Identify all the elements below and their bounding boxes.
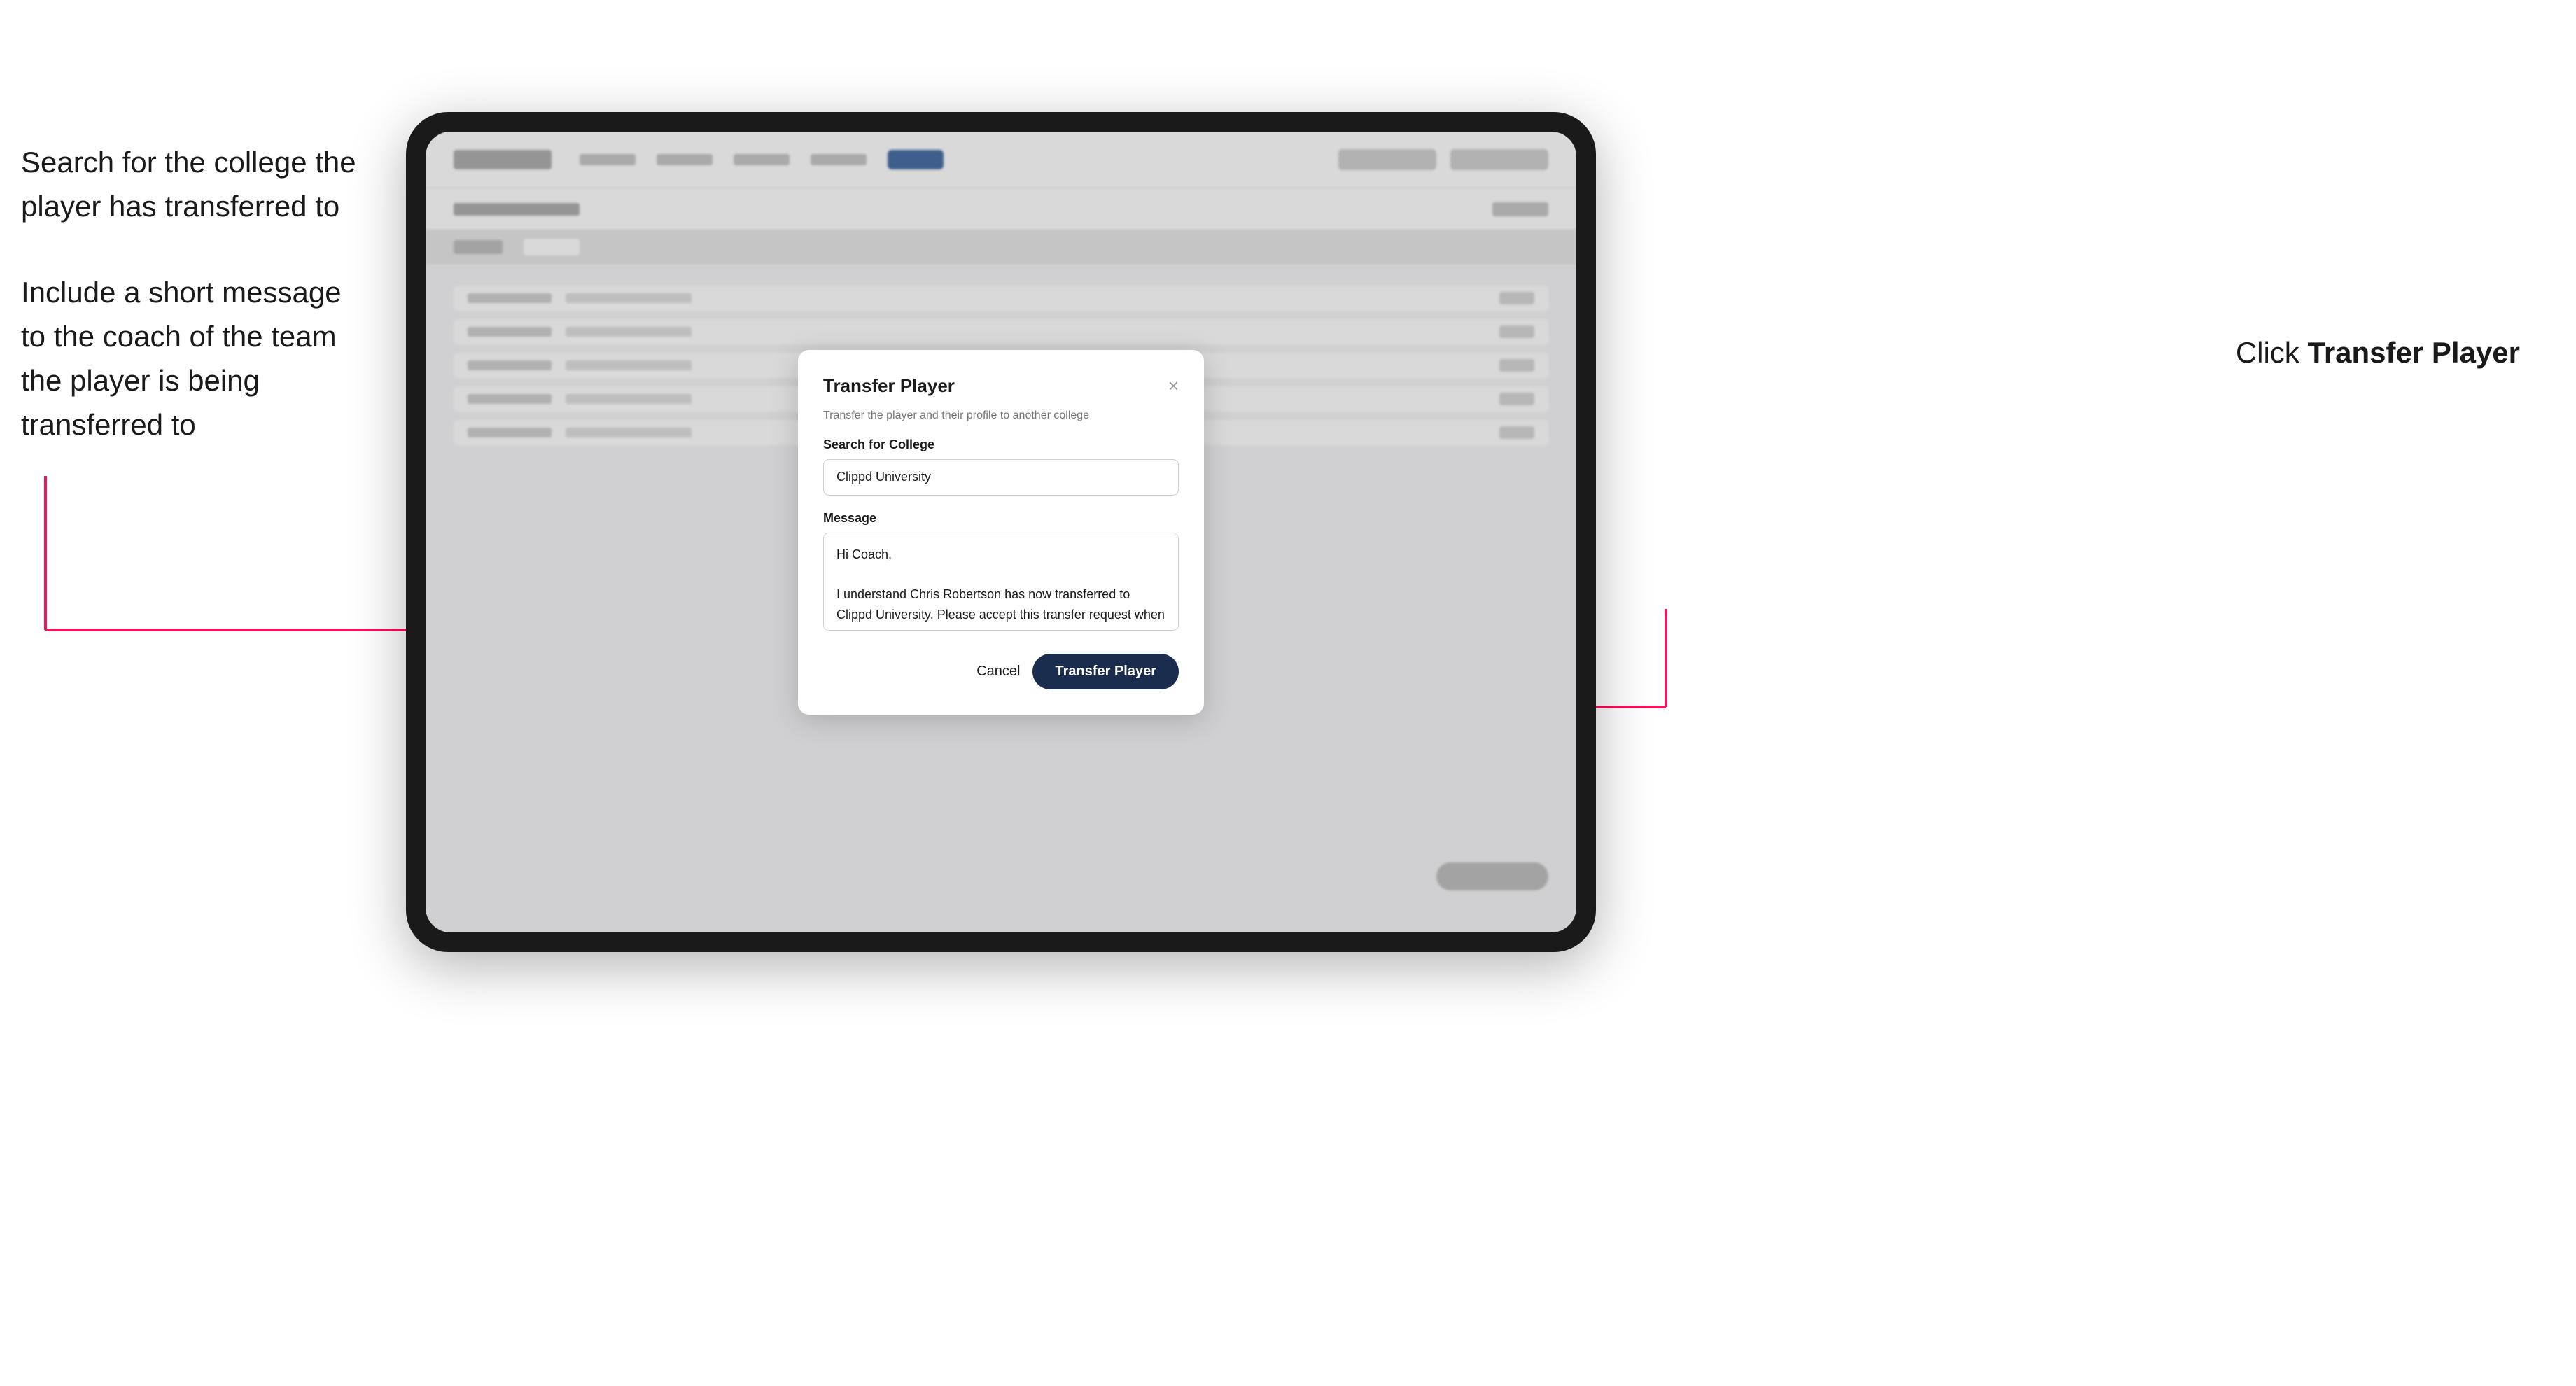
annotation-search-text: Search for the college the player has tr… <box>21 140 371 228</box>
search-college-input[interactable] <box>823 459 1179 496</box>
annotation-left: Search for the college the player has tr… <box>21 140 371 489</box>
modal-header: Transfer Player × <box>823 375 1179 397</box>
tablet-frame: Update Roster <box>406 112 1596 952</box>
modal-footer: Cancel Transfer Player <box>823 654 1179 690</box>
message-label: Message <box>823 511 1179 526</box>
transfer-player-modal: Transfer Player × Transfer the player an… <box>798 350 1204 715</box>
annotation-message-text: Include a short message to the coach of … <box>21 270 371 447</box>
cancel-button[interactable]: Cancel <box>976 664 1020 680</box>
transfer-player-button[interactable]: Transfer Player <box>1032 654 1179 690</box>
message-textarea[interactable]: Hi Coach, I understand Chris Robertson h… <box>823 533 1179 631</box>
modal-title: Transfer Player <box>823 375 955 397</box>
modal-subtitle: Transfer the player and their profile to… <box>823 410 1179 422</box>
tablet-screen: Update Roster <box>426 132 1576 932</box>
search-college-label: Search for College <box>823 438 1179 452</box>
close-icon[interactable]: × <box>1168 377 1179 395</box>
annotation-right: Click Transfer Player <box>2236 336 2520 370</box>
modal-overlay: Transfer Player × Transfer the player an… <box>426 132 1576 932</box>
